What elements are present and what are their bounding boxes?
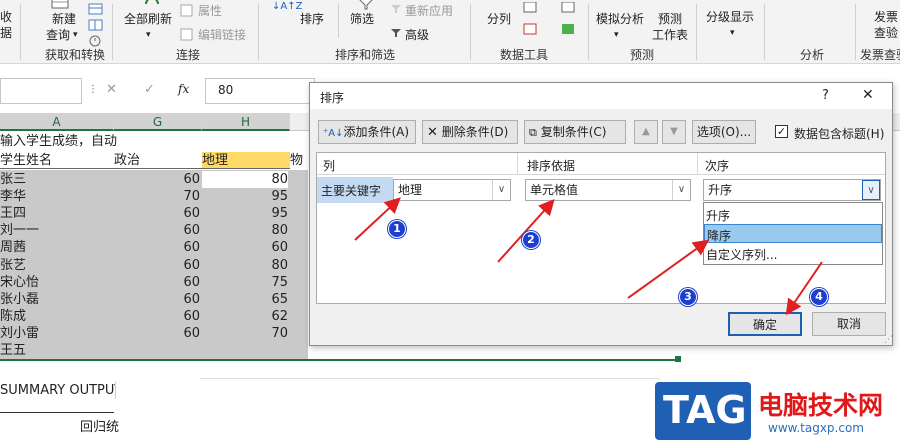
site-url: www.tagxp.com (768, 421, 864, 435)
marker-2: 2 (522, 231, 540, 249)
tag-logo-text: TAG (663, 388, 747, 432)
marker-1: 1 (388, 220, 406, 238)
site-name: 电脑技术网 (758, 391, 884, 420)
marker-3: 3 (679, 288, 697, 306)
marker-4: 4 (810, 288, 828, 306)
tag-logo: TAG (655, 382, 751, 440)
annotation-arrows (354, 197, 823, 316)
